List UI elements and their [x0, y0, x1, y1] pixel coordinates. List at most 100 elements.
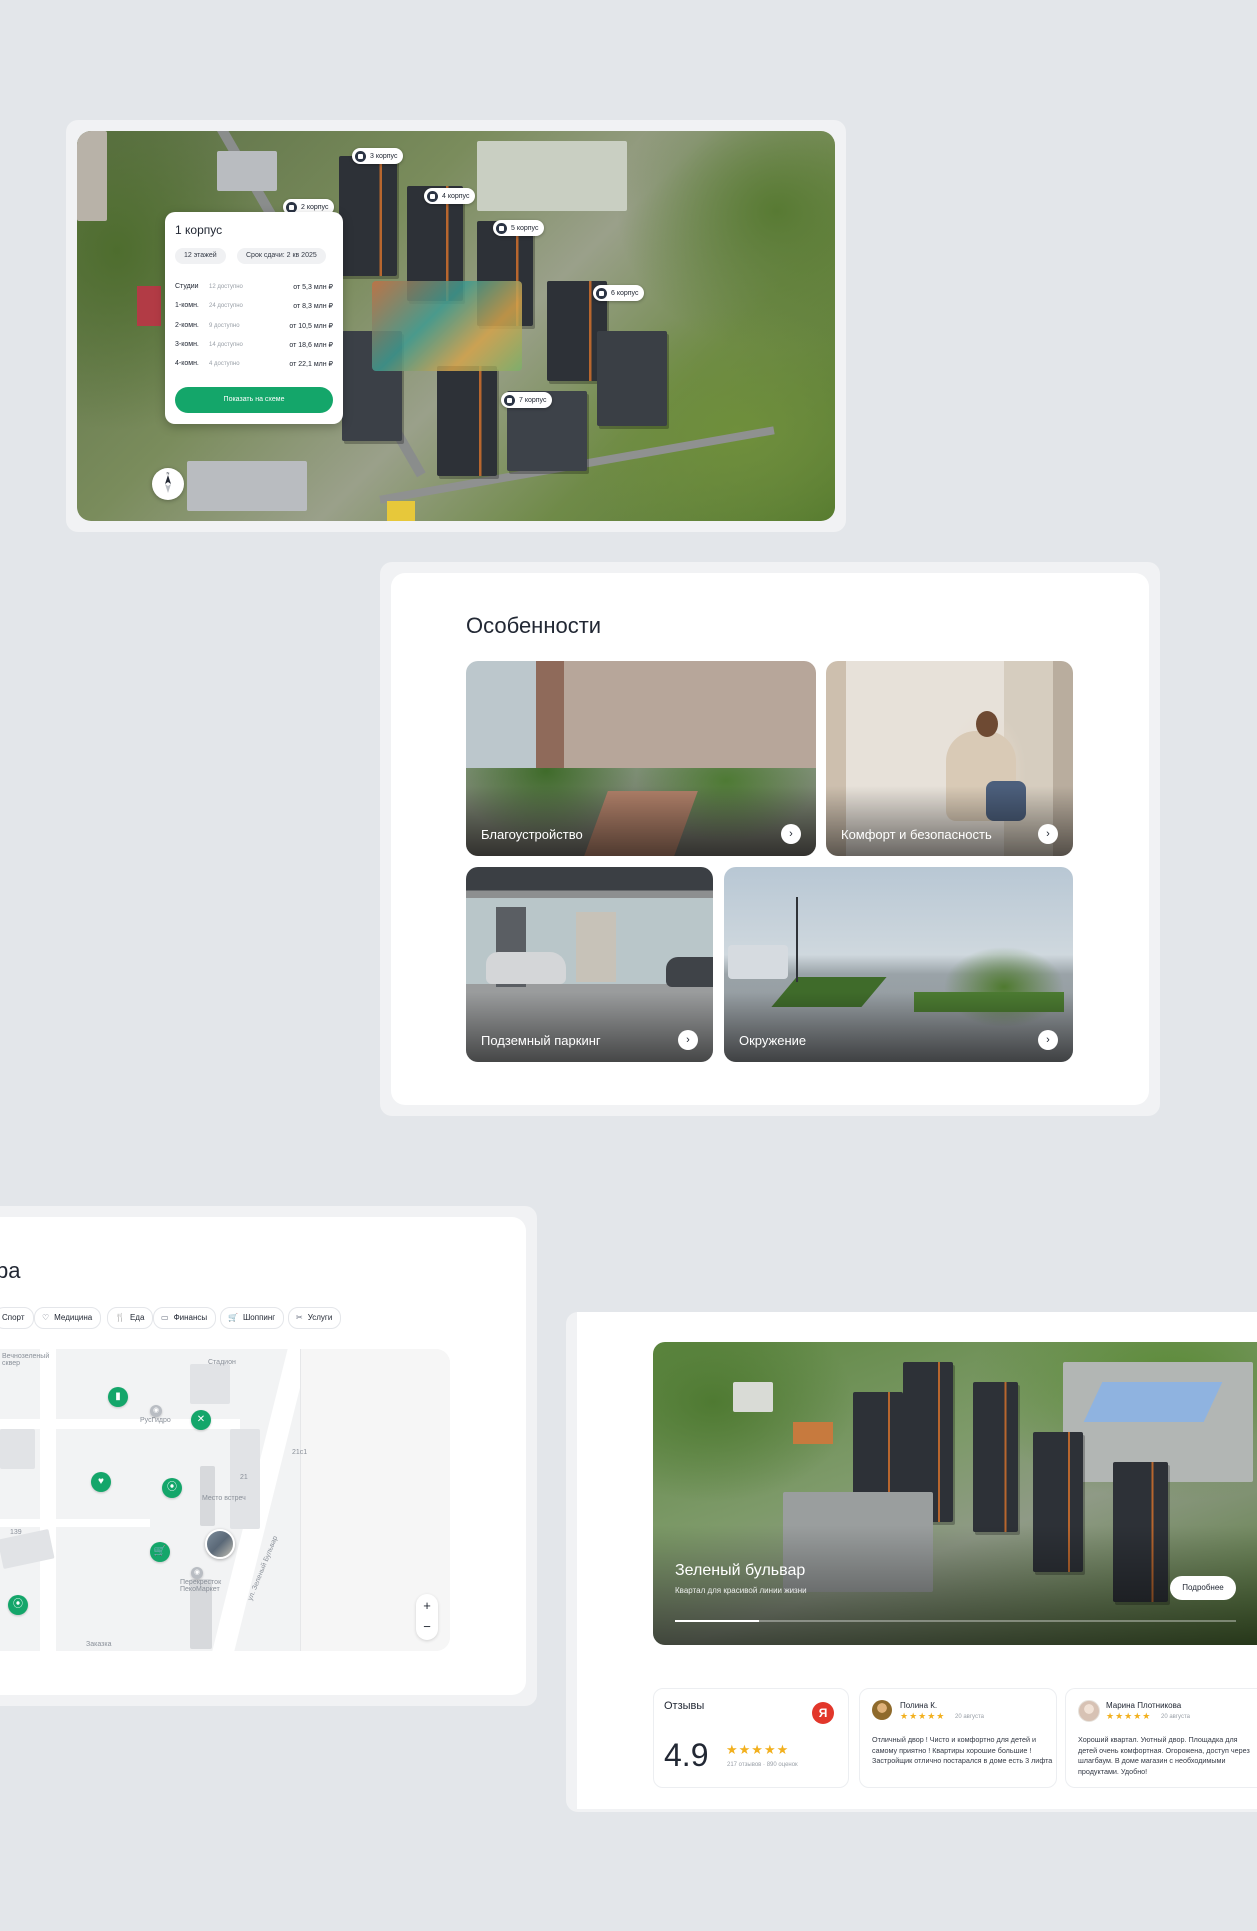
feature-label: Благоустройство	[481, 827, 583, 842]
category-sport[interactable]: Спорт	[0, 1307, 34, 1329]
tile-shade	[826, 786, 1073, 856]
map-label: Стадион	[208, 1359, 236, 1366]
category-shopping[interactable]: 🛒 Шоппинг	[220, 1307, 285, 1329]
chevron-right-icon[interactable]: ›	[678, 1030, 698, 1050]
category-finance[interactable]: ▭ Финансы	[153, 1307, 217, 1329]
rating-stars: ★★★★★	[726, 1742, 790, 1757]
building-icon	[496, 222, 507, 234]
courtyard	[372, 281, 522, 371]
place-pin-icon[interactable]: ◉	[150, 1405, 162, 1417]
sport-pin-icon[interactable]: ⦿	[162, 1478, 182, 1498]
chevron-right-icon[interactable]: ›	[1038, 1030, 1058, 1050]
low-building	[477, 141, 627, 211]
category-services[interactable]: ✂ Услуги	[288, 1307, 342, 1329]
building-icon	[355, 150, 366, 162]
sport-pin-icon[interactable]: ⦿	[8, 1595, 28, 1615]
complex-location-avatar[interactable]	[205, 1529, 235, 1559]
map-label: РусГидро	[140, 1417, 171, 1424]
price-row[interactable]: 2-комн. 9 доступно от 10,5 млн ₽	[175, 322, 333, 334]
review-date: 20 августа	[1161, 1714, 1191, 1720]
feature-tile-parking[interactable]: Подземный паркинг ›	[466, 867, 713, 1062]
review-text: Хороший квартал. Уютный двор. Площадка д…	[1078, 1735, 1250, 1776]
tower	[597, 331, 667, 426]
infrastructure-map[interactable]: Вечнозеленый сквер Стадион РусГидро 21с1…	[0, 1349, 450, 1651]
show-on-scheme-button[interactable]: Показать на схеме	[175, 387, 333, 413]
place-pin-icon[interactable]: ◉	[191, 1567, 203, 1579]
review-card[interactable]: Марина Плотникова ★★★★★ 20 августа Хорош…	[1065, 1688, 1257, 1788]
feature-tile-landscaping[interactable]: Благоустройство ›	[466, 661, 816, 856]
chevron-right-icon[interactable]: ›	[781, 824, 801, 844]
deadline-chip: Срок сдачи: 2 кв 2025	[237, 248, 326, 264]
aerial-map[interactable]: 3 корпус 2 корпус 4 корпус 5 корпус 6 ко…	[77, 131, 835, 521]
svg-text:N: N	[167, 471, 170, 476]
building-pin-5[interactable]: 5 корпус	[493, 220, 545, 236]
slide-progress	[675, 1620, 1236, 1622]
yandex-logo-icon[interactable]: Я	[812, 1702, 834, 1724]
medicine-icon: ♡	[42, 1313, 50, 1322]
infrastructure-title: ра	[0, 1258, 21, 1283]
tile-shade	[466, 786, 816, 856]
building-icon	[427, 190, 438, 202]
price-row[interactable]: 1-комн. 24 доступно от 8,3 млн ₽	[175, 302, 333, 314]
building-pin-3[interactable]: 3 корпус	[352, 148, 404, 164]
map-label: 21с1	[292, 1449, 308, 1456]
price-row[interactable]: 3-комн. 14 доступно от 18,6 млн ₽	[175, 341, 333, 353]
zoom-control: + −	[416, 1594, 438, 1640]
building-pin-6[interactable]: 6 корпус	[593, 285, 645, 301]
category-medicine[interactable]: ♡ Медицина	[34, 1307, 102, 1329]
building-pin-7[interactable]: 7 корпус	[501, 392, 553, 408]
review-date: 20 августа	[955, 1714, 985, 1720]
floors-chip: 12 этажей	[175, 248, 226, 264]
category-food[interactable]: 🍴 Еда	[107, 1307, 154, 1329]
more-button[interactable]: Подробнее	[1170, 1576, 1236, 1600]
car	[486, 952, 566, 984]
feature-tile-comfort[interactable]: Комфорт и безопасность ›	[826, 661, 1073, 856]
low-building	[77, 131, 107, 221]
medicine-pin-icon[interactable]: ♥	[91, 1472, 111, 1492]
finance-icon: ▭	[161, 1313, 169, 1322]
map-road	[0, 1519, 150, 1527]
review-stars: ★★★★★	[900, 1711, 946, 1721]
review-text: Отличный двор ! Чисто и комфортно для де…	[872, 1735, 1053, 1765]
low-building	[217, 151, 277, 191]
finance-pin-icon[interactable]: ▮	[108, 1387, 128, 1407]
bus	[728, 945, 788, 979]
map-label: 139	[10, 1529, 22, 1536]
slide-progress-fill	[675, 1620, 760, 1622]
scissors-icon: ✂	[296, 1313, 303, 1322]
lamp-post	[796, 897, 798, 982]
complex-title: Зеленый бульвар	[675, 1562, 806, 1579]
building-popup: 1 корпус 12 этажей Срок сдачи: 2 кв 2025…	[165, 212, 343, 424]
feature-label: Окружение	[739, 1033, 807, 1048]
zoom-out-button[interactable]: −	[416, 1617, 438, 1640]
compass-icon[interactable]: N	[152, 468, 184, 500]
map-road	[40, 1349, 56, 1651]
cart-icon: 🛒	[228, 1313, 238, 1322]
reviewer-name: Полина К.	[900, 1701, 938, 1710]
price-row[interactable]: 4-комн. 4 доступно от 22,1 млн ₽	[175, 360, 333, 372]
review-stars: ★★★★★	[1106, 1711, 1152, 1721]
person-head	[976, 711, 998, 737]
compass-needle: N	[165, 471, 171, 493]
chevron-right-icon[interactable]: ›	[1038, 824, 1058, 844]
zoom-in-button[interactable]: +	[416, 1594, 438, 1617]
low-building	[733, 1382, 773, 1412]
building-icon	[286, 201, 297, 213]
price-row[interactable]: Студии 12 доступно от 5,3 млн ₽	[175, 283, 333, 295]
avatar	[872, 1700, 892, 1720]
tower	[973, 1382, 1018, 1532]
food-pin-icon[interactable]: ✕	[191, 1410, 211, 1430]
elevator-door	[576, 912, 616, 982]
cart-pin-icon[interactable]: 🛒	[150, 1542, 170, 1562]
complex-hero[interactable]: Зеленый бульвар Квартал для красивой лин…	[653, 1342, 1257, 1645]
map-label: Вечнозеленый сквер	[2, 1353, 50, 1367]
feature-tile-surroundings[interactable]: Окружение ›	[724, 867, 1073, 1062]
map-label: 21	[240, 1474, 248, 1481]
complex-subtitle: Квартал для красивой линии жизни	[675, 1586, 807, 1595]
review-card[interactable]: Полина К. ★★★★★ 20 августа Отличный двор…	[859, 1688, 1057, 1788]
sports-court	[137, 286, 161, 326]
building-pin-4[interactable]: 4 корпус	[424, 188, 476, 204]
avatar	[1078, 1700, 1100, 1722]
reviewer-name: Марина Плотникова	[1106, 1701, 1182, 1710]
feature-label: Комфорт и безопасность	[841, 827, 992, 842]
